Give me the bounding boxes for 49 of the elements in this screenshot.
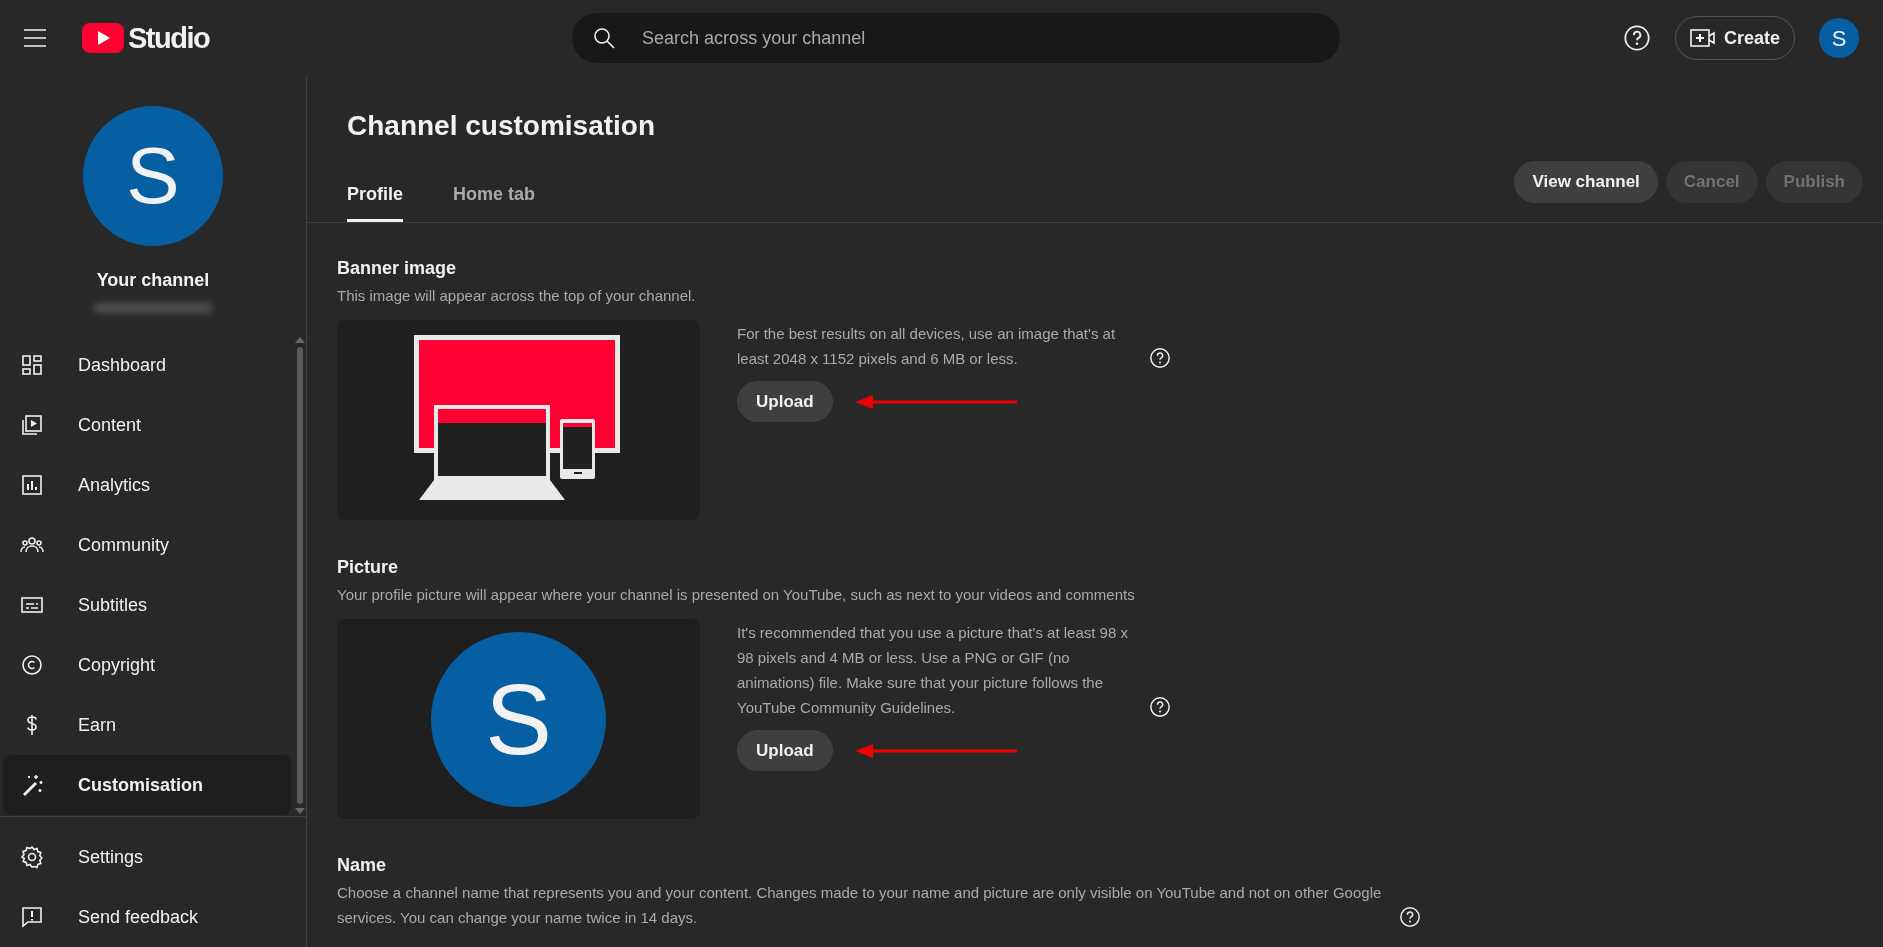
- feedback-icon: [20, 905, 44, 929]
- sidebar-item[interactable]: Copyright: [3, 635, 291, 695]
- tab[interactable]: Home tab: [453, 170, 536, 222]
- video-plus-icon: [1689, 28, 1716, 48]
- arrow-icon: [854, 393, 1017, 410]
- bar-chart-icon: [20, 473, 44, 497]
- action-button[interactable]: View channel: [1514, 161, 1658, 203]
- search-field[interactable]: Search across your channel: [572, 13, 1341, 63]
- section-heading: Banner image: [337, 257, 458, 280]
- section-heading: Picture: [337, 556, 400, 579]
- info-text: For the best results on all devices, use an image that's at least 2048 x 1152 pixels and 6 MB or less.: [737, 324, 1117, 369]
- arrow-icon: [854, 742, 1017, 759]
- help-icon[interactable]: [1149, 346, 1171, 369]
- section-description: This image will appear across the top of your channel.: [337, 286, 697, 306]
- section-heading: Name: [337, 854, 388, 877]
- sidebar-item[interactable]: Settings: [3, 827, 303, 887]
- account-avatar[interactable]: S: [1819, 18, 1859, 58]
- help-icon[interactable]: [1622, 24, 1651, 52]
- section-description: Choose a channel name that represents you and your content. Changes made to your name and picture are only visible on YouTube and not on other Google services. You can change your name twice in 14 days.: [337, 883, 1383, 928]
- settings-icon: [20, 845, 44, 869]
- page-title: Channel customisation: [346, 109, 657, 143]
- scrollbar-thumb[interactable]: [297, 347, 303, 804]
- sidebar-item[interactable]: Send feedback: [3, 887, 303, 947]
- play-logo-icon: [82, 23, 124, 53]
- channel-avatar[interactable]: S: [83, 106, 223, 246]
- search-icon: [592, 26, 617, 50]
- sidebar-item[interactable]: Dashboard: [3, 335, 291, 395]
- dashboard-icon: [20, 353, 44, 377]
- sidebar-item[interactable]: Community: [3, 515, 291, 575]
- logo-text: Studio: [128, 23, 210, 53]
- tab[interactable]: Profile: [347, 170, 403, 222]
- channel-label: Your channel: [96, 269, 210, 292]
- section-description: Your profile picture will appear where your channel is presented on YouTube, such as next to your videos and comments: [337, 585, 1136, 605]
- copyright-icon: [20, 653, 44, 677]
- sidebar-item[interactable]: Analytics: [3, 455, 291, 515]
- sidebar-item[interactable]: Content: [3, 395, 291, 455]
- sidebar-item[interactable]: Earn: [3, 695, 291, 755]
- info-text: It's recommended that you use a picture that's at least 98 x 98 pixels and 4 MB or less. Use a PNG or GIF (no animations) file. Make sure that your picture follows the YouTube Community Guidelines.: [737, 623, 1129, 718]
- help-icon[interactable]: [1149, 695, 1171, 718]
- sidebar-item[interactable]: Subtitles: [3, 575, 291, 635]
- sidebar-item[interactable]: Customisation: [3, 755, 291, 815]
- upload-button[interactable]: Upload: [737, 730, 833, 771]
- scroll-down-icon[interactable]: [295, 808, 305, 814]
- menu-icon[interactable]: [24, 29, 46, 47]
- scroll-up-icon[interactable]: [295, 337, 305, 343]
- profile-avatar: S: [431, 631, 606, 807]
- content-icon: [20, 413, 44, 437]
- upload-button[interactable]: Upload: [737, 381, 833, 422]
- help-icon[interactable]: [1399, 905, 1421, 928]
